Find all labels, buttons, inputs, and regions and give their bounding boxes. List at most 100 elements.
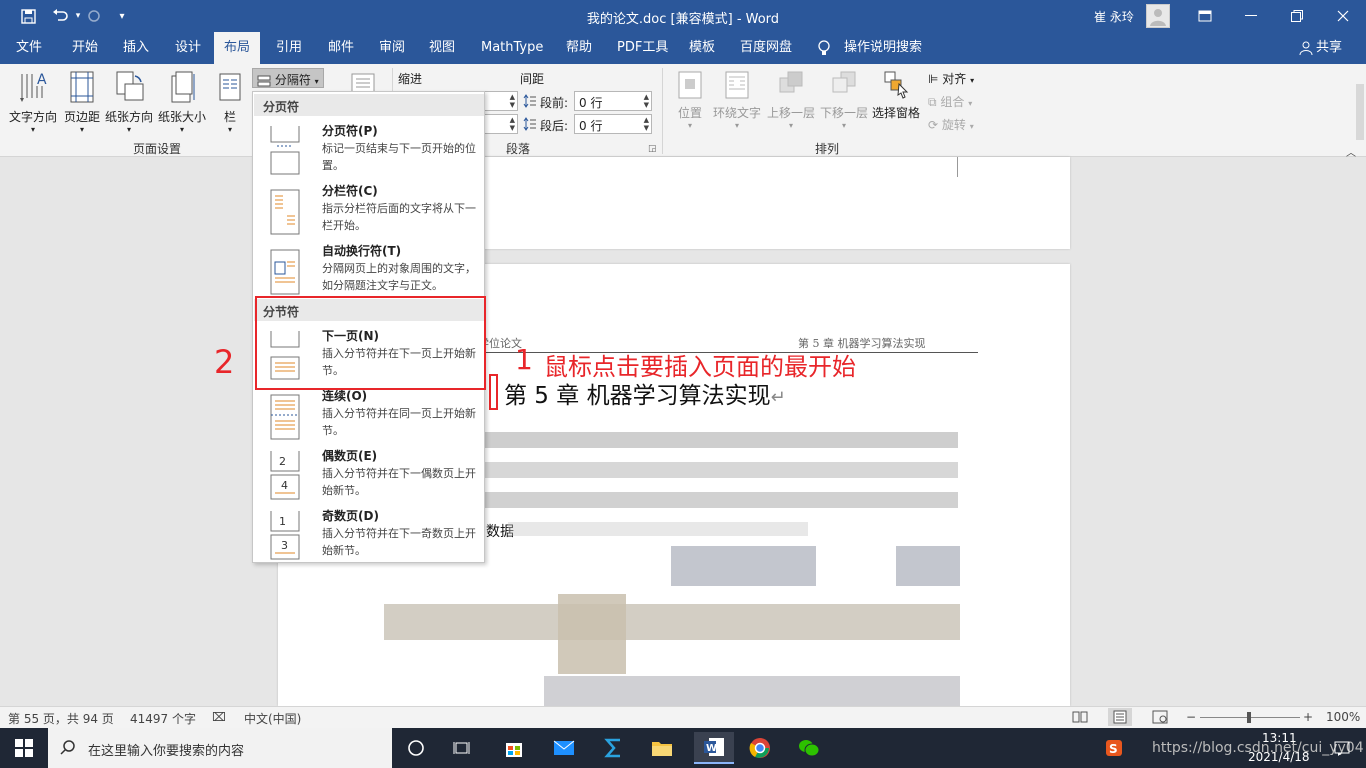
tab-pdf-tools[interactable]: PDF工具 [607,32,678,64]
proofing-icon[interactable]: ⌧ [212,710,226,724]
svg-text:2: 2 [279,455,286,468]
space-before-value: 0 行 [579,96,603,110]
group-button[interactable]: ⧉ 组合 ▾ [928,93,972,110]
menu-item-title: 自动换行符(T) [322,244,402,258]
read-mode-icon[interactable] [1072,710,1088,724]
space-after-input[interactable]: 0 行 ▲ ▼ [574,114,652,134]
dialog-launcher-icon[interactable]: ◲ [648,144,657,154]
menu-item-page-break[interactable]: 分页符(P) 标记一页结束与下一页开始的位置。 [254,118,484,178]
notification-icon[interactable] [1326,732,1358,764]
tab-home[interactable]: 开始 [62,32,108,64]
tab-file[interactable]: 文件 [6,32,52,64]
rotate-button[interactable]: ⟳ 旋转 ▾ [928,116,974,133]
file-explorer-icon[interactable] [646,732,678,764]
windows-start-icon[interactable] [8,732,40,764]
tab-review[interactable]: 审阅 [369,32,415,64]
bring-forward-button[interactable]: 上移一层 ▾ [765,70,817,130]
mathtype-icon[interactable] [598,732,630,764]
restore-icon[interactable] [1274,0,1320,32]
task-view-icon[interactable] [447,732,479,764]
send-backward-button[interactable]: 下移一层 ▾ [818,70,870,130]
word-count[interactable]: 41497 个字 [130,710,196,727]
space-before-label: 段前: [540,96,569,110]
wrap-text-label: 环绕文字 [712,106,761,120]
word-taskbar-icon[interactable]: W [694,732,734,764]
size-button[interactable]: 纸张大小 ▾ [156,70,208,134]
breaks-label: 分隔符 [274,73,311,87]
menu-item-column-break[interactable]: 分栏符(C) 指示分栏符后面的文字将从下一栏开始。 [254,178,484,238]
close-icon[interactable] [1320,0,1366,32]
annotation-instruction: 鼠标点击要插入页面的最开始 [544,353,856,381]
zoom-slider-thumb[interactable] [1247,712,1251,723]
svg-text:S: S [1109,742,1118,756]
avatar[interactable] [1146,4,1170,28]
taskbar-search[interactable]: 在这里输入你要搜索的内容 [48,728,392,768]
web-layout-icon[interactable] [1152,710,1168,724]
tab-view[interactable]: 视图 [419,32,465,64]
ribbon-scroll-handle[interactable] [1356,84,1364,140]
tab-mathtype[interactable]: MathType [471,32,553,64]
spin-arrows-icon: ▲ ▼ [509,93,515,109]
wrap-text-button[interactable]: 环绕文字 ▾ [711,70,763,130]
print-layout-icon[interactable] [1108,708,1132,726]
tab-baidu-netdisk[interactable]: 百度网盘 [730,32,802,64]
breaks-button[interactable]: 分隔符 ▾ [252,68,324,88]
mail-icon[interactable] [548,732,580,764]
blurred-text-line [508,522,808,536]
sogou-input-icon[interactable]: S [1098,732,1130,764]
document-area[interactable]: 学位论文 第 5 章 机器学习算法实现 第 5 章 机器学习算法实现↵ 数据 1… [0,157,1366,706]
tell-me-search[interactable]: 操作说明搜索 [834,32,932,64]
clock-time[interactable]: 13:11 [1262,731,1297,745]
wechat-icon[interactable] [793,732,825,764]
chevron-down-icon: ▾ [734,121,739,130]
minimize-icon[interactable] [1228,0,1274,32]
text-direction-label: 文字方向 [8,110,57,124]
zoom-level[interactable]: 100% [1326,710,1360,724]
orientation-button[interactable]: 纸张方向 ▾ [104,70,154,134]
space-after-value: 0 行 [579,119,603,133]
status-bar: 第 55 页，共 94 页 41497 个字 ⌧ 中文(中国) − + 100% [0,706,1366,728]
clock-date[interactable]: 2021/4/18 [1248,750,1310,764]
ribbon-display-icon[interactable] [1182,0,1228,32]
zoom-out-icon[interactable]: − [1186,710,1196,724]
page-count[interactable]: 第 55 页，共 94 页 [8,710,114,727]
chrome-icon[interactable] [744,732,776,764]
align-button[interactable]: ⊫ 对齐 ▾ [928,70,974,87]
store-icon[interactable] [498,732,530,764]
zoom-in-icon[interactable]: + [1303,710,1313,724]
margins-button[interactable]: 页边距 ▾ [62,70,102,134]
menu-item-continuous[interactable]: 连续(O) 插入分节符并在同一页上开始新节。 [254,383,484,443]
continuous-icon [267,389,303,441]
size-label: 纸张大小 [157,110,206,124]
columns-button[interactable]: 栏 ▾ [216,70,244,134]
selection-pane-label: 选择窗格 [871,106,920,120]
align-icon: ⊫ [928,72,939,86]
spacing-label: 间距 [520,72,545,86]
share-button[interactable]: 共享 [1310,32,1348,64]
tab-insert[interactable]: 插入 [113,32,159,64]
chevron-down-icon: ▾ [788,121,793,130]
group-label: 组合 [940,95,965,109]
menu-item-odd-page[interactable]: 13 奇数页(D) 插入分节符并在下一奇数页上开始新节。 [254,503,484,563]
text-direction-button[interactable]: A 文字方向 ▾ [8,70,58,134]
cortana-icon[interactable] [400,732,432,764]
svg-text:1: 1 [279,515,286,528]
tab-design[interactable]: 设计 [165,32,211,64]
chevron-down-icon: ▾ [969,122,974,131]
tab-mailings[interactable]: 邮件 [318,32,364,64]
selection-pane-button[interactable]: 选择窗格 [870,70,922,121]
language-status[interactable]: 中文(中国) [244,710,301,727]
menu-item-text-wrapping-break[interactable]: 自动换行符(T) 分隔网页上的对象周围的文字，如分隔题注文字与正文。 [254,238,484,298]
space-before-input[interactable]: 0 行 ▲ ▼ [574,91,652,111]
user-name[interactable]: 崔 永玲 [1094,8,1134,25]
tab-references[interactable]: 引用 [266,32,312,64]
menu-item-title: 分页符(P) [322,124,378,138]
chevron-down-icon: ▾ [687,121,692,130]
tab-help[interactable]: 帮助 [556,32,602,64]
menu-item-even-page[interactable]: 24 偶数页(E) 插入分节符并在下一偶数页上开始新节。 [254,443,484,503]
position-button[interactable]: 位置 ▾ [672,70,708,130]
blurred-text-line [478,432,958,448]
tab-templates[interactable]: 模板 [679,32,725,64]
tab-layout[interactable]: 布局 [214,32,261,64]
menu-item-title: 奇数页(D) [322,509,379,523]
